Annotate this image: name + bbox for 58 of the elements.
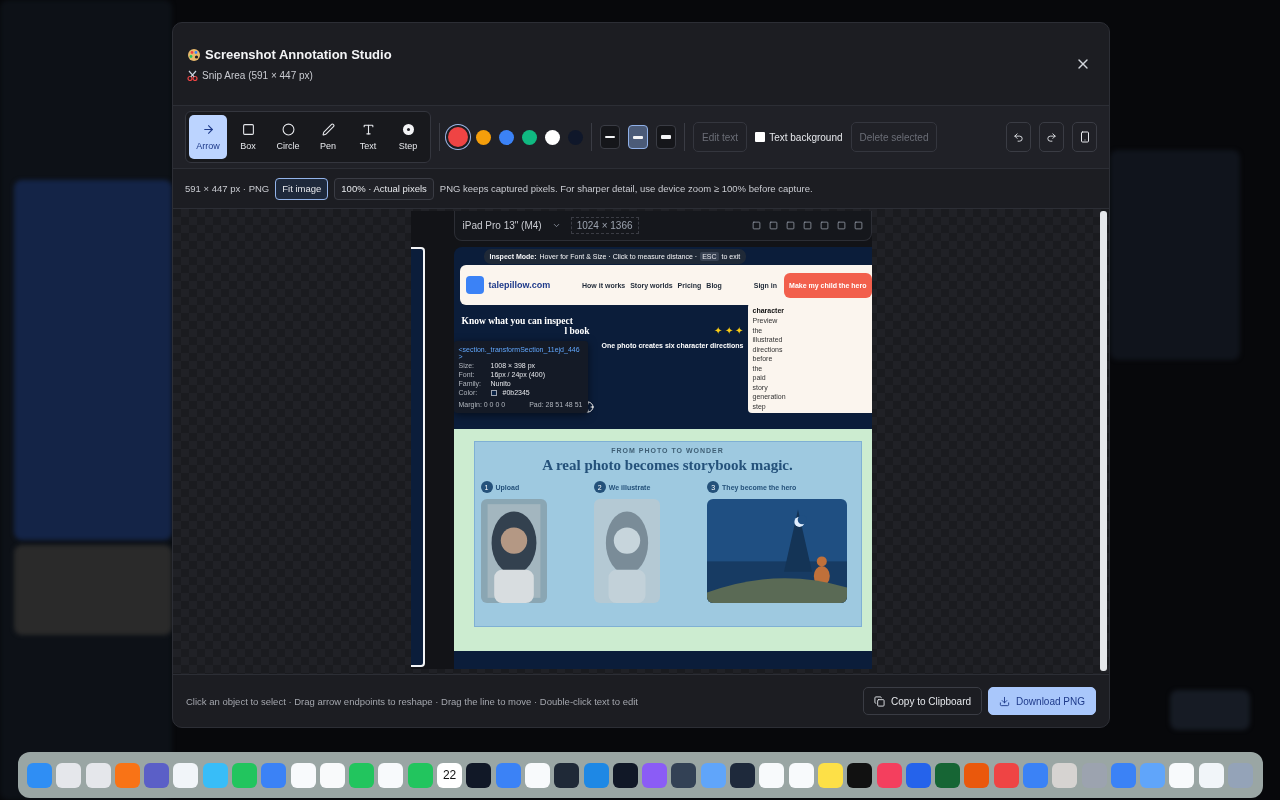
stroke-width-button[interactable] <box>600 125 620 149</box>
step-icon <box>401 123 415 136</box>
circle-icon <box>281 123 295 136</box>
dialog-title: Screenshot Annotation Studio <box>205 47 392 62</box>
tool-button[interactable]: Circle <box>269 115 307 159</box>
undo-button[interactable] <box>1006 122 1031 152</box>
copy-button[interactable]: Copy to Clipboard <box>863 687 983 715</box>
app-icon[interactable] <box>612 762 638 788</box>
device-button[interactable] <box>1072 122 1097 152</box>
redo-icon <box>1046 131 1057 143</box>
image-size: 591 × 447 px · PNG <box>185 183 270 194</box>
capture-note: PNG keeps captured pixels. For sharper detail, use device zoom ≥ 100% before capture. <box>439 183 813 194</box>
hero-heading: l book <box>564 326 590 337</box>
site-logo: talepillow.com <box>488 280 551 290</box>
redo-button[interactable] <box>1039 122 1064 152</box>
color-swatch[interactable] <box>499 129 514 145</box>
stroke-width-button[interactable] <box>656 125 676 149</box>
device-resolution: 1024 × 1366 <box>570 217 639 234</box>
tool-button[interactable]: Arrow <box>189 115 227 159</box>
copy-icon <box>874 695 886 707</box>
undo-icon <box>1013 131 1024 143</box>
chevron-down-icon <box>551 221 561 230</box>
color-swatch[interactable] <box>476 129 491 145</box>
checkbox-label: Text background <box>769 131 843 143</box>
color-swatch[interactable] <box>448 127 468 147</box>
square-icon <box>241 123 255 136</box>
color-swatch[interactable] <box>522 129 537 145</box>
logo-icon <box>465 276 484 294</box>
phone-icon <box>1078 131 1091 143</box>
app-icon[interactable] <box>730 762 756 788</box>
app-icon[interactable] <box>847 762 873 788</box>
app-icon[interactable]: 22 <box>437 762 463 788</box>
hero-heading: Know what you can inspect <box>461 317 574 327</box>
help-text: Click an object to select · Drag arrow endpoints to reshape · Drag the line to move · Double-click text to edit <box>186 695 639 707</box>
download-button[interactable]: Download PNG <box>988 687 1096 715</box>
pen-icon <box>321 123 335 136</box>
device-name: iPad Pro 13" (M4) <box>462 220 542 231</box>
app-icon[interactable] <box>554 762 580 788</box>
stroke-width-button[interactable] <box>628 125 648 149</box>
tool-button[interactable]: Pen <box>309 115 347 159</box>
app-icon[interactable] <box>671 762 697 788</box>
arrow-icon <box>201 123 215 136</box>
section-headline: A real photo becomes storybook magic. <box>542 457 793 474</box>
tool-button[interactable]: Step <box>389 115 427 159</box>
tool-button[interactable]: Text <box>349 115 387 159</box>
checkbox[interactable] <box>755 132 766 142</box>
zoom-mode-button[interactable]: 100% · Actual pixels <box>334 177 434 200</box>
palette-icon <box>187 47 201 62</box>
zoom-mode-button[interactable]: Fit image <box>275 177 329 200</box>
scrollbar[interactable] <box>1100 211 1107 671</box>
tool-button[interactable]: Box <box>229 115 267 159</box>
app-icon[interactable] <box>466 762 492 788</box>
dialog-subtitle: Snip Area (591 × 447 px) <box>202 70 313 81</box>
download-icon <box>999 695 1011 707</box>
stars: ✦ ✦ ✦ <box>713 325 744 336</box>
scissors-icon <box>187 70 198 81</box>
color-swatch[interactable] <box>545 129 560 145</box>
text-icon <box>361 123 375 136</box>
